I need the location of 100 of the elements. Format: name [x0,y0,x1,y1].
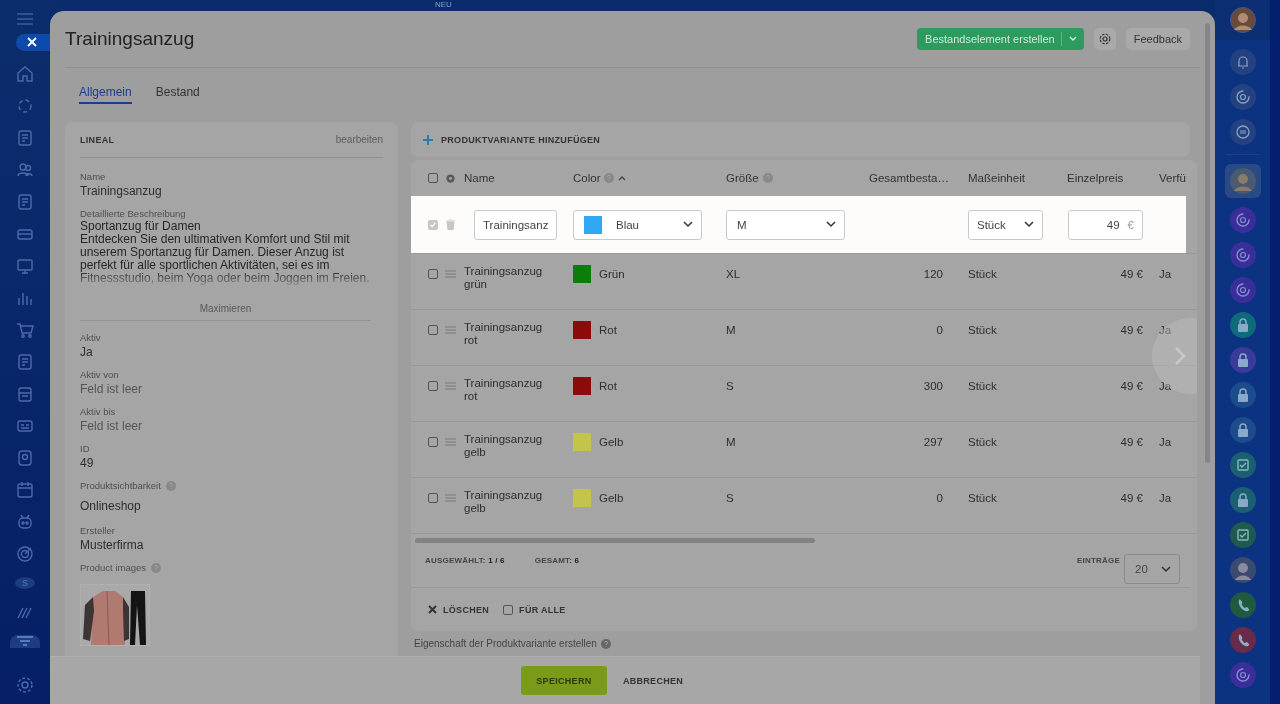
lock-icon[interactable] [1229,487,1256,513]
column-header[interactable]: Name [464,172,495,184]
for-all-checkbox[interactable] [503,604,514,615]
row-checkbox[interactable] [428,269,438,279]
price-input[interactable]: 49 € [1068,209,1143,240]
lock-icon[interactable] [1229,382,1256,408]
phone-icon[interactable] [1229,627,1256,653]
document-icon[interactable] [16,192,34,211]
chevron-down-icon [826,221,836,228]
table-cell-text: Trainingsanzug grün [464,265,544,291]
table-cell: XL [726,268,741,280]
target-icon[interactable] [16,544,34,563]
chevron-down-icon [1161,565,1171,573]
table-cell: Rot [599,324,617,336]
add-variant-button[interactable]: PRODUKTVARIANTE HINZUFÜGEN [411,122,1190,157]
close-icon [25,36,38,49]
caret-icon[interactable] [1067,35,1078,43]
column-header[interactable]: Größe [726,172,759,184]
lock-icon[interactable] [1229,312,1256,338]
column-header[interactable]: Color [573,172,601,184]
row-checkbox[interactable] [428,493,438,503]
settings-icon[interactable] [444,172,456,184]
table-cell: 300 [923,380,943,392]
edit-document-icon[interactable] [16,352,34,371]
help-icon[interactable] [600,638,611,649]
size-select[interactable]: M [726,209,845,240]
bell-icon[interactable] [1229,49,1256,75]
help-icon[interactable] [762,173,773,183]
field-value: Feld ist leer [80,418,143,434]
chat-icon[interactable] [1229,119,1256,145]
people-icon[interactable] [16,160,34,179]
user-avatar[interactable] [1229,7,1256,33]
avatar[interactable] [1229,557,1256,583]
help-icon[interactable] [165,480,176,491]
table-cell: Rot [599,380,617,392]
cart-icon[interactable] [16,320,34,339]
menu-icon[interactable] [16,12,34,26]
table-cell: Ja [1159,268,1172,280]
table-cell-text: Trainingsanzug rot [464,377,544,403]
section-title: LINEAL [80,134,115,145]
contact-icon[interactable] [16,448,34,467]
settings-button[interactable] [1093,28,1116,50]
cancel-button[interactable]: ABBRECHEN [616,674,690,687]
robot-icon[interactable] [16,512,34,531]
table-cell: Ja [1159,436,1172,448]
settings-icon[interactable] [16,676,34,694]
filter-button[interactable] [10,634,40,648]
tab[interactable]: Bestand [155,83,200,104]
spiral-icon[interactable] [1229,242,1256,268]
document-icon[interactable] [16,128,34,147]
expand-link[interactable]: Maximieren [199,303,252,314]
building-icon[interactable] [16,384,34,403]
page-title: Trainingsanzug [65,28,195,50]
field-value: 49 [80,455,94,471]
field-label: Ersteller [80,524,115,537]
name-input[interactable]: Trainingsanz [474,209,558,240]
monitor-icon[interactable] [16,256,34,275]
spiral-icon[interactable] [1229,277,1256,303]
field-value: Trainingsanzug [80,183,162,199]
row-checkbox[interactable] [428,437,438,447]
column-header[interactable]: Maßeinheit [968,172,1025,184]
tab[interactable]: Allgemein [79,83,132,104]
row-checkbox[interactable] [428,325,438,335]
sync-icon[interactable] [16,96,34,115]
spiral-icon[interactable] [1229,207,1256,233]
table-cell: S [726,380,734,392]
chevron-right-icon [1174,346,1186,366]
select-all-checkbox[interactable] [428,173,438,183]
delete-button[interactable]: LÖSCHEN [428,604,490,615]
create-property-link[interactable]: Eigenschaft der Produktvariante erstellen [414,638,597,649]
checkbox-icon[interactable] [1229,452,1256,478]
checkbox-label[interactable]: FÜR ALLE [519,604,566,615]
vertical-scrollbar[interactable] [1205,23,1210,463]
column-header[interactable]: Gesamtbesta… [869,172,949,184]
table-cell: 0 [936,492,943,504]
horizontal-scrollbar[interactable] [415,537,815,543]
sort-up-icon[interactable] [618,175,627,181]
unit-select[interactable]: Stück [968,209,1043,240]
save-button[interactable]: SPEICHERN [520,666,607,695]
trash-icon[interactable] [445,219,455,230]
column-header[interactable]: Einzelpreis [1067,172,1124,184]
lock-icon[interactable] [1229,347,1256,373]
phone-icon[interactable] [1229,592,1256,618]
home-icon[interactable] [16,64,34,83]
calendar-icon[interactable] [16,480,34,499]
help-icon[interactable] [151,562,161,573]
lock-icon[interactable] [1229,417,1256,443]
create-button[interactable]: Bestandselement erstellen [917,28,1084,50]
color-select[interactable]: Blau [573,209,702,240]
field-value: Onlineshop [80,498,141,514]
column-header[interactable]: Verfü [1159,172,1186,184]
selected-chat-item[interactable] [1224,164,1261,198]
edit-link[interactable]: bearbeiten [335,134,383,145]
entries-select[interactable]: 20 [1124,554,1180,584]
feedback-button[interactable]: Feedback [1125,28,1190,50]
spiral-icon[interactable] [1229,662,1256,688]
spiral-icon[interactable] [1229,84,1256,110]
checkbox-icon[interactable] [1229,522,1256,548]
row-checkbox[interactable] [428,381,438,391]
close-button[interactable] [15,34,52,51]
